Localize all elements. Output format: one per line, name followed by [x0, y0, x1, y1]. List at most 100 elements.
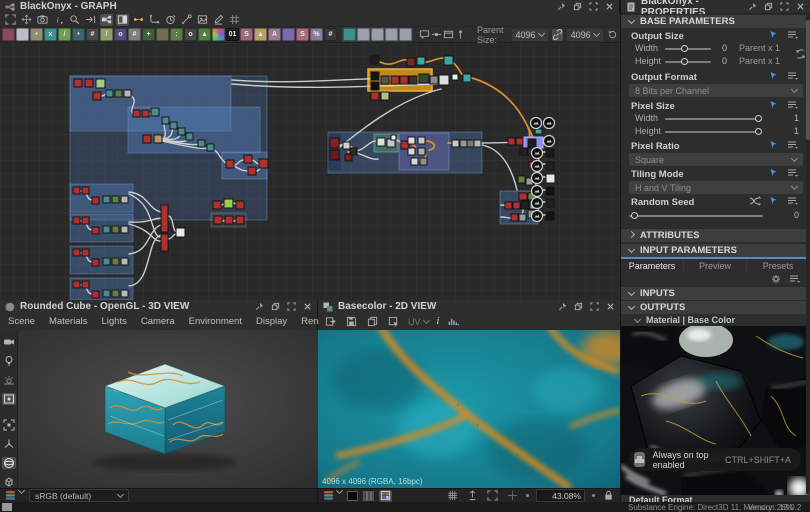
grid-snap-icon[interactable]	[228, 14, 241, 26]
node-shelf-icon[interactable]: /	[100, 28, 113, 41]
node-shelf-icon[interactable]	[343, 28, 356, 41]
geometry-sphere-icon[interactable]	[2, 457, 16, 469]
expose-parameter-icon[interactable]	[769, 168, 779, 178]
properties-scrollbar[interactable]	[806, 14, 810, 494]
node-shelf-icon[interactable]: 01	[226, 28, 239, 41]
random-seed-slider[interactable]	[629, 215, 763, 217]
node-shelf-icon[interactable]: S	[240, 28, 253, 41]
node-shelf-icon[interactable]: #	[86, 28, 99, 41]
uv-overlay-toggle[interactable]: UV	[408, 317, 429, 327]
node-link-mode-icon[interactable]	[100, 14, 113, 26]
node-shelf-icon[interactable]: +	[142, 28, 155, 41]
node-shelf-icon[interactable]	[282, 28, 295, 41]
run-info-icon[interactable]: i	[52, 14, 65, 26]
panel-display-icon[interactable]	[116, 14, 129, 26]
expose-parameter-icon[interactable]	[769, 100, 779, 110]
pin-icon[interactable]	[748, 2, 757, 11]
tab-presets[interactable]: Presets	[747, 259, 810, 273]
save-image-icon[interactable]	[345, 316, 358, 328]
display-frame-icon[interactable]	[2, 393, 16, 405]
output-width-mode[interactable]: Parent x 1	[739, 43, 780, 53]
node-shelf-icon[interactable]	[156, 28, 169, 41]
output-width-value[interactable]: 0	[713, 43, 727, 53]
output-width-slider[interactable]	[665, 48, 711, 50]
node-shelf-icon[interactable]: #	[128, 28, 141, 41]
node-shelf-icon[interactable]	[212, 28, 225, 41]
timer-icon[interactable]	[164, 14, 177, 26]
size-dropdown[interactable]: 4096	[567, 29, 603, 41]
node-shelf-icon[interactable]: o	[184, 28, 197, 41]
background-swatch[interactable]	[347, 491, 358, 501]
fit-frame-icon[interactable]	[486, 490, 499, 502]
collapse-arrow-icon[interactable]	[84, 14, 97, 26]
list-menu-icon[interactable]	[789, 274, 800, 284]
node-shelf-icon[interactable]	[385, 28, 398, 41]
menu-display[interactable]: Display	[256, 316, 287, 327]
section-inputs[interactable]: INPUTS	[621, 286, 810, 300]
tile-grid-icon[interactable]	[446, 490, 459, 502]
properties-title-bar[interactable]: BlackOnyx - PROPERTIES	[621, 0, 810, 14]
pattern-swatch[interactable]	[363, 491, 374, 501]
node-shelf-icon[interactable]	[357, 28, 370, 41]
pan-cross-icon[interactable]	[506, 490, 519, 502]
node-shelf-icon[interactable]: :	[170, 28, 183, 41]
menu-lights[interactable]: Lights	[101, 316, 126, 327]
link-sizes-icon[interactable]	[552, 29, 563, 41]
parameter-menu-icon[interactable]	[787, 196, 798, 206]
environment-sun-icon[interactable]	[2, 374, 16, 386]
histogram-icon[interactable]	[447, 316, 460, 328]
copy-image-icon[interactable]	[366, 316, 379, 328]
section-attributes[interactable]: ATTRIBUTES	[621, 228, 810, 242]
search-icon[interactable]	[68, 14, 81, 26]
pixel-height-slider[interactable]	[665, 131, 761, 133]
close-icon[interactable]	[796, 2, 805, 11]
view2d-title-bar[interactable]: Basecolor - 2D VIEW	[318, 300, 620, 314]
colorspace-dropdown[interactable]: sRGB (default)	[29, 489, 129, 502]
parameter-menu-icon[interactable]	[787, 168, 798, 178]
snap-pin-icon[interactable]	[466, 490, 479, 502]
node-shelf-icon[interactable]: S	[296, 28, 309, 41]
random-seed-value[interactable]: 0	[781, 210, 799, 220]
camera-view-icon[interactable]	[2, 336, 16, 348]
view2d-canvas[interactable]: 4096 x 4096 (RGBA, 16bpc)	[318, 330, 620, 488]
lock-zoom-icon[interactable]	[602, 490, 615, 502]
channels-icon[interactable]	[5, 490, 24, 501]
menu-environment[interactable]: Environment	[189, 316, 242, 327]
tiling-mode-dropdown[interactable]: H and V Tiling	[629, 181, 803, 194]
menu-camera[interactable]: Camera	[141, 316, 175, 327]
elbow-connector-icon[interactable]	[148, 14, 161, 26]
maximize-icon[interactable]	[780, 2, 789, 11]
pixel-width-value[interactable]: 1	[781, 113, 799, 123]
pixel-ratio-dropdown[interactable]: Square	[629, 153, 803, 166]
shuffle-icon[interactable]	[749, 196, 761, 206]
taskbar-chip[interactable]	[2, 503, 12, 511]
wireframe-cube-icon[interactable]	[2, 476, 16, 488]
move-tool-icon[interactable]	[20, 14, 33, 26]
link-create-icon[interactable]	[132, 14, 145, 26]
node-shelf-icon[interactable]: %	[310, 28, 323, 41]
paint-brush-icon[interactable]	[212, 14, 225, 26]
expose-parameter-icon[interactable]	[769, 196, 779, 206]
axis-gizmo-icon[interactable]	[2, 438, 16, 450]
maximize-icon[interactable]	[589, 2, 598, 11]
close-icon[interactable]	[606, 302, 615, 311]
parameter-menu-icon[interactable]	[787, 100, 798, 110]
node-shelf-icon[interactable]	[2, 28, 15, 41]
section-outputs[interactable]: OUTPUTS	[621, 300, 810, 314]
camera-icon[interactable]	[36, 14, 49, 26]
light-bulb-icon[interactable]	[2, 355, 16, 367]
parameter-menu-icon[interactable]	[787, 71, 798, 81]
node-shelf-icon[interactable]: /	[58, 28, 71, 41]
close-icon[interactable]	[303, 302, 312, 311]
comment-bubble-icon[interactable]	[419, 29, 430, 41]
color-picker-icon[interactable]	[387, 316, 400, 328]
section-input-parameters[interactable]: INPUT PARAMETERS	[621, 243, 810, 257]
node-shelf-icon[interactable]: ▲	[254, 28, 267, 41]
fit-view-icon[interactable]	[2, 419, 16, 431]
pixel-height-value[interactable]: 1	[781, 126, 799, 136]
expose-parameter-icon[interactable]	[769, 30, 779, 40]
output-height-slider[interactable]	[665, 61, 711, 63]
tab-parameters[interactable]: Parameters	[621, 259, 684, 273]
pin-vertical-icon[interactable]	[455, 29, 466, 41]
channels-icon[interactable]	[323, 490, 342, 501]
